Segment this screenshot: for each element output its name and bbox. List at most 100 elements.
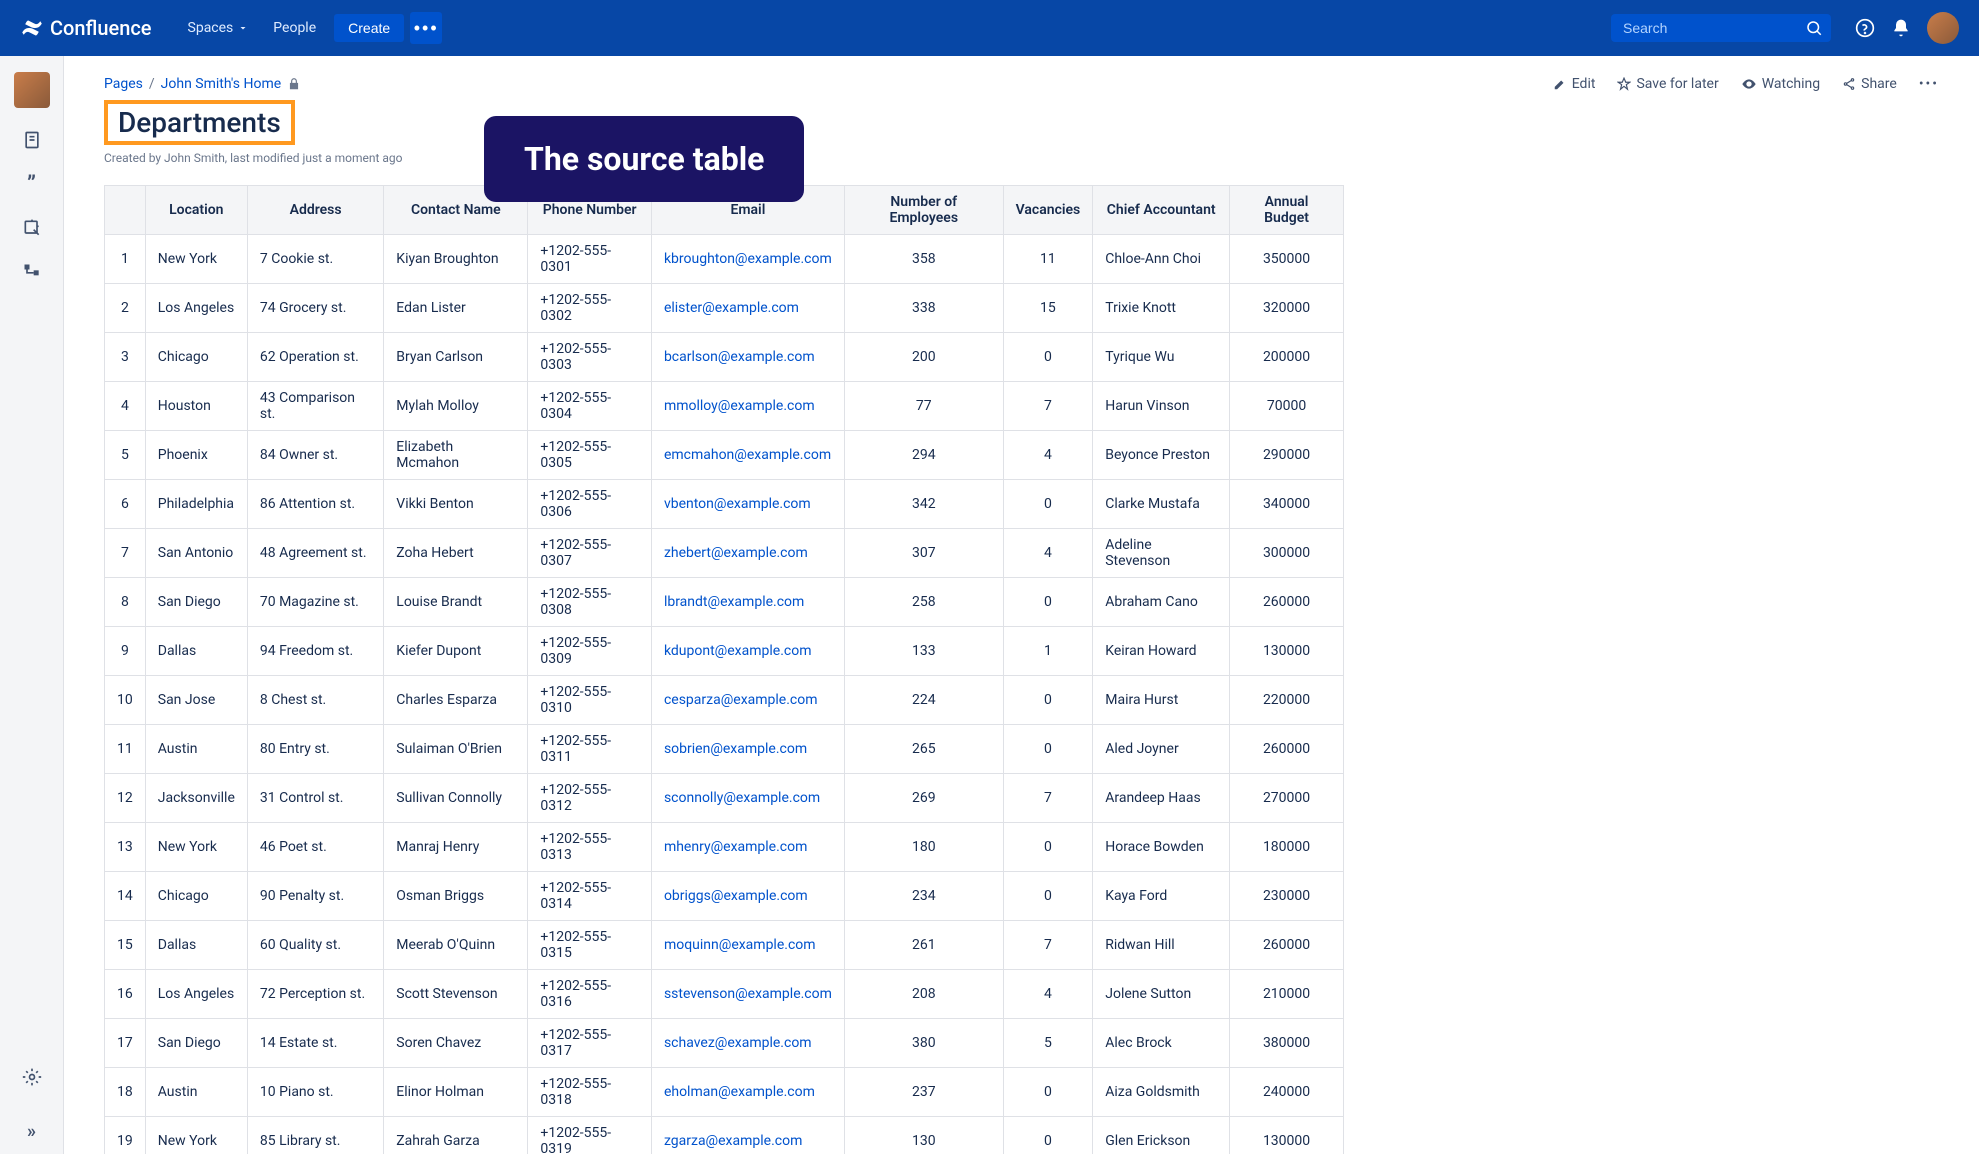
save-later-action[interactable]: Save for later: [1617, 76, 1718, 92]
cell-vacancies: 7: [1003, 774, 1093, 823]
email-link[interactable]: emcmahon@example.com: [664, 447, 831, 463]
restrictions-icon[interactable]: [287, 77, 301, 91]
cell-email: eholman@example.com: [651, 1068, 844, 1117]
sidebar-collapse[interactable]: »: [15, 1109, 48, 1154]
cell-budget: 180000: [1230, 823, 1344, 872]
cell-rownum: 6: [105, 480, 146, 529]
email-link[interactable]: cesparza@example.com: [664, 692, 818, 708]
cell-email: kbroughton@example.com: [651, 235, 844, 284]
user-avatar[interactable]: [1927, 12, 1959, 44]
cell-rownum: 14: [105, 872, 146, 921]
cell-rownum: 4: [105, 382, 146, 431]
app-logo[interactable]: Confluence: [20, 16, 152, 40]
search-icon[interactable]: [1805, 19, 1823, 37]
cell-phone: +1202-555-0309: [528, 627, 652, 676]
edit-action[interactable]: Edit: [1553, 76, 1596, 92]
search-input[interactable]: [1611, 14, 1831, 42]
cell-contact: Kiefer Dupont: [384, 627, 528, 676]
email-link[interactable]: schavez@example.com: [664, 1035, 812, 1051]
more-button[interactable]: •••: [410, 12, 442, 44]
cell-address: 74 Grocery st.: [247, 284, 383, 333]
sidebar-pages[interactable]: [20, 128, 44, 152]
email-link[interactable]: kbroughton@example.com: [664, 251, 832, 267]
email-link[interactable]: sstevenson@example.com: [664, 986, 832, 1002]
cell-accountant: Abraham Cano: [1093, 578, 1230, 627]
cell-accountant: Adeline Stevenson: [1093, 529, 1230, 578]
col-rownum[interactable]: [105, 186, 146, 235]
col-budget[interactable]: Annual Budget: [1230, 186, 1344, 235]
cell-vacancies: 7: [1003, 382, 1093, 431]
email-link[interactable]: eholman@example.com: [664, 1084, 815, 1100]
sidebar-tree[interactable]: [20, 260, 44, 284]
email-link[interactable]: zgarza@example.com: [664, 1133, 802, 1149]
cell-address: 70 Magazine st.: [247, 578, 383, 627]
cell-email: kdupont@example.com: [651, 627, 844, 676]
email-link[interactable]: elister@example.com: [664, 300, 799, 316]
confluence-icon: [20, 16, 44, 40]
email-link[interactable]: obriggs@example.com: [664, 888, 808, 904]
cell-phone: +1202-555-0311: [528, 725, 652, 774]
cell-email: cesparza@example.com: [651, 676, 844, 725]
watch-action[interactable]: Watching: [1741, 76, 1820, 92]
cell-contact: Soren Chavez: [384, 1019, 528, 1068]
create-button[interactable]: Create: [334, 14, 404, 42]
ellipsis-icon: •••: [414, 18, 439, 39]
email-link[interactable]: sconnolly@example.com: [664, 790, 820, 806]
cell-contact: Osman Briggs: [384, 872, 528, 921]
nav-spaces[interactable]: Spaces: [176, 12, 262, 44]
cell-vacancies: 4: [1003, 529, 1093, 578]
cell-accountant: Ridwan Hill: [1093, 921, 1230, 970]
cell-location: San Antonio: [145, 529, 247, 578]
email-link[interactable]: mhenry@example.com: [664, 839, 807, 855]
cell-rownum: 2: [105, 284, 146, 333]
email-link[interactable]: lbrandt@example.com: [664, 594, 804, 610]
cell-phone: +1202-555-0301: [528, 235, 652, 284]
cell-vacancies: 0: [1003, 872, 1093, 921]
cell-email: sstevenson@example.com: [651, 970, 844, 1019]
sidebar-shortcuts[interactable]: [20, 216, 44, 240]
cell-vacancies: 4: [1003, 431, 1093, 480]
cell-email: mhenry@example.com: [651, 823, 844, 872]
email-link[interactable]: kdupont@example.com: [664, 643, 812, 659]
email-link[interactable]: moquinn@example.com: [664, 937, 816, 953]
cell-accountant: Arandeep Haas: [1093, 774, 1230, 823]
notifications-button[interactable]: [1883, 10, 1919, 46]
nav-people[interactable]: People: [261, 12, 328, 44]
col-accountant[interactable]: Chief Accountant: [1093, 186, 1230, 235]
col-location[interactable]: Location: [145, 186, 247, 235]
help-button[interactable]: [1847, 10, 1883, 46]
sidebar-settings[interactable]: [20, 1065, 44, 1089]
cell-vacancies: 7: [1003, 921, 1093, 970]
breadcrumb-home[interactable]: John Smith's Home: [161, 76, 281, 92]
cell-vacancies: 15: [1003, 284, 1093, 333]
email-link[interactable]: sobrien@example.com: [664, 741, 807, 757]
email-link[interactable]: zhebert@example.com: [664, 545, 808, 561]
breadcrumb-pages[interactable]: Pages: [104, 76, 143, 92]
cell-address: 31 Control st.: [247, 774, 383, 823]
cell-email: sobrien@example.com: [651, 725, 844, 774]
email-link[interactable]: bcarlson@example.com: [664, 349, 815, 365]
more-actions[interactable]: •••: [1919, 76, 1939, 92]
cell-rownum: 13: [105, 823, 146, 872]
email-link[interactable]: mmolloy@example.com: [664, 398, 815, 414]
cell-address: 10 Piano st.: [247, 1068, 383, 1117]
cell-phone: +1202-555-0304: [528, 382, 652, 431]
col-vacancies[interactable]: Vacancies: [1003, 186, 1093, 235]
cell-employees: 294: [844, 431, 1003, 480]
cell-accountant: Chloe-Ann Choi: [1093, 235, 1230, 284]
watch-label: Watching: [1762, 76, 1820, 92]
email-link[interactable]: vbenton@example.com: [664, 496, 811, 512]
cell-employees: 307: [844, 529, 1003, 578]
page-title-highlight: Departments: [104, 100, 295, 145]
share-action[interactable]: Share: [1842, 76, 1897, 92]
cell-budget: 130000: [1230, 1117, 1344, 1154]
sidebar-blog[interactable]: ”: [20, 172, 44, 196]
space-avatar[interactable]: [14, 72, 50, 108]
col-employees[interactable]: Number of Employees: [844, 186, 1003, 235]
cell-address: 8 Chest st.: [247, 676, 383, 725]
cell-phone: +1202-555-0317: [528, 1019, 652, 1068]
cell-location: Jacksonville: [145, 774, 247, 823]
cell-budget: 260000: [1230, 578, 1344, 627]
col-address[interactable]: Address: [247, 186, 383, 235]
cell-location: Chicago: [145, 333, 247, 382]
